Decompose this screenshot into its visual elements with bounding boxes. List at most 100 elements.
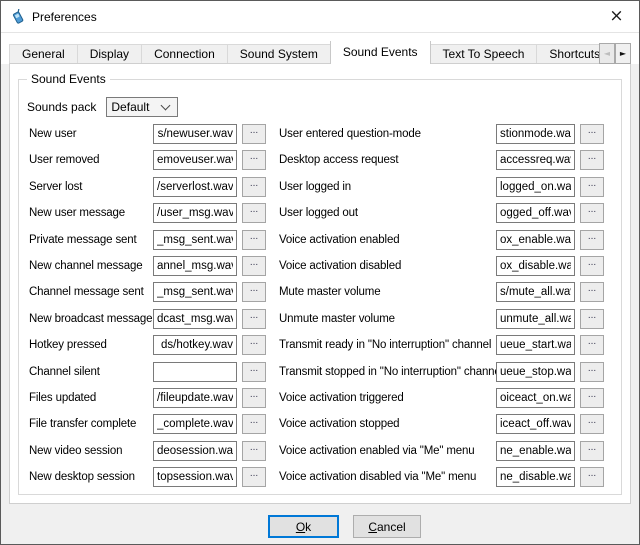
tab-sound-system[interactable]: Sound System	[227, 44, 331, 64]
tab-connection[interactable]: Connection	[141, 44, 228, 64]
tab-display[interactable]: Display	[77, 44, 142, 64]
sound-file-input[interactable]	[153, 177, 237, 197]
sound-file-input[interactable]	[153, 150, 237, 170]
browse-button[interactable]: ...	[580, 203, 604, 223]
sound-events-left-column: New user...User removed...Server lost...…	[29, 124, 266, 493]
browse-button[interactable]: ...	[242, 124, 266, 144]
tab-scroll-right-icon[interactable]: ►	[615, 43, 631, 64]
browse-button[interactable]: ...	[242, 309, 266, 329]
browse-button[interactable]: ...	[242, 256, 266, 276]
sound-file-input[interactable]	[496, 282, 575, 302]
browse-button[interactable]: ...	[580, 309, 604, 329]
sound-file-input[interactable]	[153, 124, 237, 144]
sound-file-input[interactable]	[153, 388, 237, 408]
browse-button[interactable]: ...	[242, 441, 266, 461]
tab-scroll-left-icon[interactable]: ◄	[599, 43, 615, 64]
browse-button[interactable]: ...	[580, 230, 604, 250]
sound-event-label: Voice activation enabled via "Me" menu	[279, 445, 496, 457]
sounds-pack-select[interactable]: Default	[106, 97, 178, 117]
sounds-pack-row: Sounds pack Default	[27, 97, 178, 117]
browse-button[interactable]: ...	[242, 388, 266, 408]
sound-file-input[interactable]	[496, 124, 575, 144]
sound-file-input[interactable]	[496, 203, 575, 223]
sound-file-input[interactable]	[153, 335, 237, 355]
browse-button[interactable]: ...	[580, 256, 604, 276]
browse-button[interactable]: ...	[580, 335, 604, 355]
browse-button[interactable]: ...	[580, 124, 604, 144]
cancel-button[interactable]: Cancel	[353, 515, 421, 538]
browse-button[interactable]: ...	[242, 150, 266, 170]
browse-button[interactable]: ...	[242, 282, 266, 302]
sound-file-input[interactable]	[496, 388, 575, 408]
sound-file-input[interactable]	[153, 203, 237, 223]
tab-scrollers: ◄ ►	[599, 43, 631, 64]
sound-event-row: Files updated...	[29, 388, 266, 408]
sound-file-input[interactable]	[496, 150, 575, 170]
browse-button[interactable]: ...	[242, 414, 266, 434]
sound-file-input[interactable]	[496, 335, 575, 355]
sound-file-input[interactable]	[496, 441, 575, 461]
browse-button[interactable]: ...	[580, 441, 604, 461]
browse-button[interactable]: ...	[580, 150, 604, 170]
sound-events-page: Sound Events Sounds pack Default New use…	[9, 63, 631, 504]
sound-event-label: Channel silent	[29, 366, 153, 378]
window-title: Preferences	[32, 10, 97, 24]
sound-file-input[interactable]	[153, 467, 237, 487]
browse-button[interactable]: ...	[242, 203, 266, 223]
sound-file-input[interactable]	[153, 309, 237, 329]
sound-file-input[interactable]	[153, 256, 237, 276]
sound-event-row: File transfer complete...	[29, 414, 266, 434]
browse-button[interactable]: ...	[580, 282, 604, 302]
sound-event-row: New desktop session...	[29, 467, 266, 487]
sound-file-input[interactable]	[496, 177, 575, 197]
tab-text-to-speech[interactable]: Text To Speech	[430, 44, 538, 64]
sound-file-input[interactable]	[496, 414, 575, 434]
sound-file-input[interactable]	[496, 467, 575, 487]
sound-file-input[interactable]	[496, 256, 575, 276]
sound-event-row: Channel silent...	[29, 362, 266, 382]
sound-file-input[interactable]	[153, 362, 237, 382]
sound-file-input[interactable]	[496, 362, 575, 382]
browse-button[interactable]: ...	[242, 230, 266, 250]
sound-event-label: Voice activation disabled via "Me" menu	[279, 471, 496, 483]
sound-event-label: New user message	[29, 207, 153, 219]
sound-event-row: User logged in...	[279, 177, 604, 197]
sound-event-row: New video session...	[29, 441, 266, 461]
sound-event-row: Voice activation stopped...	[279, 414, 604, 434]
sound-file-input[interactable]	[496, 309, 575, 329]
browse-button[interactable]: ...	[580, 414, 604, 434]
sound-event-row: Voice activation triggered...	[279, 388, 604, 408]
sound-file-input[interactable]	[153, 441, 237, 461]
sound-event-label: Mute master volume	[279, 286, 496, 298]
browse-button[interactable]: ...	[580, 362, 604, 382]
browse-button[interactable]: ...	[580, 388, 604, 408]
browse-button[interactable]: ...	[242, 335, 266, 355]
sound-event-label: File transfer complete	[29, 418, 153, 430]
sound-event-label: Voice activation disabled	[279, 260, 496, 272]
browse-button[interactable]: ...	[580, 177, 604, 197]
close-icon[interactable]: ×	[594, 1, 639, 31]
browse-button[interactable]: ...	[580, 467, 604, 487]
tab-general[interactable]: General	[9, 44, 78, 64]
tab-bar: GeneralDisplayConnectionSound SystemSoun…	[9, 41, 631, 64]
sound-event-label: New broadcast message	[29, 313, 153, 325]
sound-file-input[interactable]	[153, 282, 237, 302]
sound-event-label: User logged in	[279, 181, 496, 193]
sound-file-input[interactable]	[153, 230, 237, 250]
sound-event-row: Private message sent...	[29, 230, 266, 250]
sound-event-label: Hotkey pressed	[29, 339, 153, 351]
browse-button[interactable]: ...	[242, 467, 266, 487]
sound-event-row: New user message...	[29, 203, 266, 223]
sound-event-row: New broadcast message...	[29, 309, 266, 329]
browse-button[interactable]: ...	[242, 362, 266, 382]
sound-file-input[interactable]	[153, 414, 237, 434]
tab-sound-events[interactable]: Sound Events	[330, 41, 431, 64]
ok-button[interactable]: Ok	[268, 515, 339, 538]
sound-file-input[interactable]	[496, 230, 575, 250]
preferences-dialog: Preferences × GeneralDisplayConnectionSo…	[0, 0, 640, 545]
sound-event-row: Voice activation enabled...	[279, 230, 604, 250]
sound-event-row: Mute master volume...	[279, 282, 604, 302]
sound-event-row: User logged out...	[279, 203, 604, 223]
browse-button[interactable]: ...	[242, 177, 266, 197]
sound-event-row: User removed...	[29, 150, 266, 170]
